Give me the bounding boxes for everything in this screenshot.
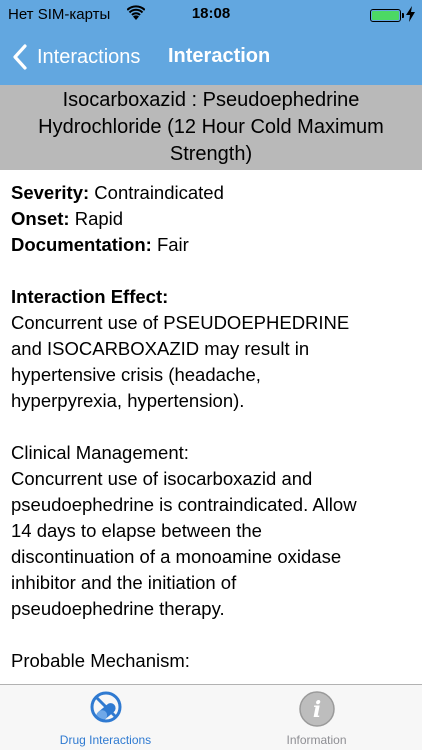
tab-information-label: Information [286, 733, 347, 747]
back-button-label: Interactions [37, 45, 141, 68]
documentation-label: Documentation: [11, 234, 152, 255]
effect-heading: Interaction Effect: [11, 286, 169, 307]
effect-text-line: Concurrent use of PSEUDOEPHEDRINE [11, 312, 350, 333]
charging-bolt-icon [406, 6, 415, 22]
effect-text-line: hypertensive crisis (headache, [11, 364, 261, 385]
tab-bar: Drug Interactions i Information [0, 684, 422, 750]
tab-drug-interactions[interactable]: Drug Interactions [0, 685, 211, 750]
management-text-line: inhibitor and the initiation of [11, 572, 237, 593]
header: Нет SIM-карты 18:08 Interactions Interac… [0, 0, 422, 85]
tab-drug-interactions-label: Drug Interactions [59, 733, 152, 747]
interaction-title: Isocarboxazid : Pseudoephedrine Hydrochl… [38, 89, 384, 165]
svg-text:i: i [312, 697, 320, 723]
no-pills-icon [90, 691, 121, 723]
onset-label: Onset: [11, 208, 70, 229]
clock: 18:08 [191, 5, 231, 22]
navigation-bar: Interactions Interaction [0, 30, 422, 85]
interaction-details: Severity: Contraindicated Onset: Rapid D… [11, 180, 416, 680]
battery-tip [402, 13, 404, 18]
management-text-line: Concurrent use of isocarboxazid and [11, 468, 313, 489]
effect-text-line: hyperpyrexia, hypertension). [11, 390, 245, 411]
management-heading: Clinical Management: [11, 442, 189, 463]
battery-icon [370, 9, 401, 22]
severity-label: Severity: [11, 182, 90, 203]
effect-text-line: and ISOCARBOXAZID may result in [11, 338, 310, 359]
tab-information[interactable]: i Information [211, 685, 422, 750]
status-bar: Нет SIM-карты 18:08 [0, 0, 422, 30]
management-text-line: discontinuation of a monoamine oxidase [11, 546, 342, 567]
onset-value: Rapid [74, 208, 124, 229]
management-text-line: pseudoephedrine therapy. [11, 598, 225, 619]
info-icon: i [298, 691, 335, 727]
documentation-value: Fair [156, 234, 189, 255]
documentation-row: Documentation: Fair [11, 232, 416, 258]
severity-value: Contraindicated [94, 182, 224, 203]
mechanism-heading: Probable Mechanism: [11, 650, 190, 671]
chevron-left-icon [13, 44, 27, 70]
severity-row: Severity: Contraindicated [11, 180, 416, 206]
page-title: Interaction [168, 45, 271, 67]
onset-row: Onset: Rapid [11, 206, 416, 232]
management-text-line: pseudoephedrine is contraindicated. Allo… [11, 494, 357, 515]
management-text-line: 14 days to elapse between the [11, 520, 262, 541]
interaction-title-band: Isocarboxazid : Pseudoephedrine Hydrochl… [0, 85, 422, 170]
back-button[interactable]: Interactions [12, 40, 140, 74]
